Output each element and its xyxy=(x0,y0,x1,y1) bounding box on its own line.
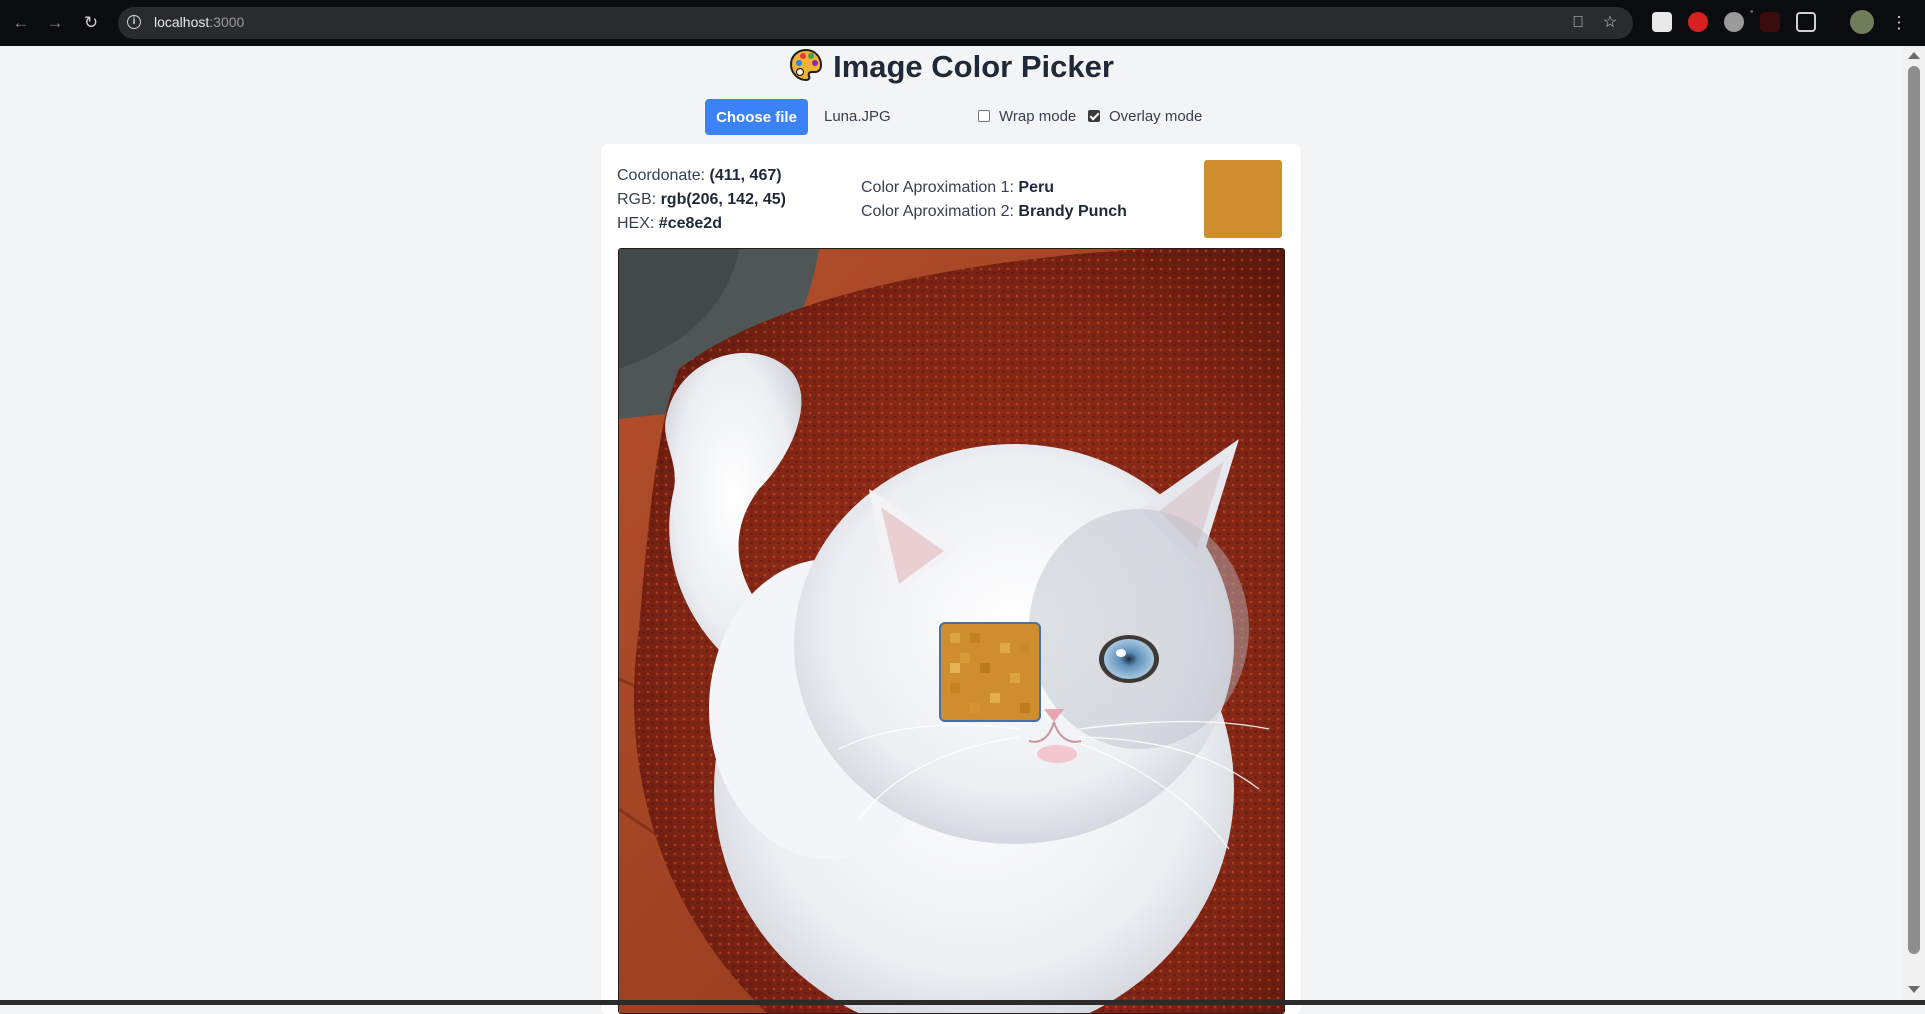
approx2-label: Color Aproximation 2: xyxy=(861,203,1014,220)
browser-menu-icon[interactable]: ⋮ xyxy=(1886,10,1912,36)
extension-icon-3[interactable] xyxy=(1724,12,1744,32)
color-swatch xyxy=(1204,160,1282,238)
site-info-icon[interactable]: i xyxy=(127,15,141,29)
extensions-puzzle-icon[interactable] xyxy=(1796,12,1816,32)
forward-icon[interactable]: → xyxy=(42,10,68,36)
overlay-magnifier[interactable] xyxy=(939,622,1041,722)
wrap-mode-toggle[interactable]: Wrap mode xyxy=(978,108,1076,125)
choose-file-button[interactable]: Choose file xyxy=(705,99,808,135)
bookmark-star-icon[interactable]: ☆ xyxy=(1599,12,1621,34)
coordinate-value: (411, 467) xyxy=(709,167,782,184)
url-host: localhost xyxy=(154,14,210,30)
scroll-down-arrow-icon[interactable] xyxy=(1908,986,1920,993)
rgb-value: rgb(206, 142, 45) xyxy=(660,191,786,208)
approx2-value: Brandy Punch xyxy=(1018,203,1127,220)
file-name: Luna.JPG xyxy=(824,108,891,125)
rgb-label: RGB: xyxy=(617,191,657,208)
overlay-mode-toggle[interactable]: Overlay mode xyxy=(1088,108,1202,125)
reload-icon[interactable]: ↻ xyxy=(78,10,104,36)
address-bar[interactable]: i localhost:3000 ⎕ ☆ xyxy=(118,7,1633,39)
hex-label: HEX: xyxy=(617,215,655,232)
approx1-row: Color Aproximation 1: Peru xyxy=(861,176,1127,200)
hex-value: #ce8e2d xyxy=(658,215,722,232)
page-title: Image Color Picker xyxy=(0,48,1903,85)
extension-icon-4[interactable] xyxy=(1760,12,1780,32)
rgb-row: RGB: rgb(206, 142, 45) xyxy=(617,188,786,212)
extension-icon-1[interactable] xyxy=(1652,12,1672,32)
overlay-mode-checkbox[interactable] xyxy=(1088,110,1100,122)
url-port: :3000 xyxy=(209,14,245,30)
url-text[interactable]: localhost:3000 xyxy=(154,14,244,30)
picker-card: Coordonate: (411, 467) RGB: rgb(206, 142… xyxy=(601,144,1301,1014)
image-canvas[interactable] xyxy=(618,248,1285,1014)
color-approximations: Color Aproximation 1: Peru Color Aproxim… xyxy=(861,176,1127,224)
scroll-up-arrow-icon[interactable] xyxy=(1908,52,1920,59)
approx2-row: Color Aproximation 2: Brandy Punch xyxy=(861,200,1127,224)
scroll-thumb[interactable] xyxy=(1908,66,1920,954)
coordinate-row: Coordonate: (411, 467) xyxy=(617,164,786,188)
approx1-value: Peru xyxy=(1018,179,1054,196)
wrap-mode-label: Wrap mode xyxy=(999,108,1077,125)
browser-toolbar: ← → ↻ i localhost:3000 ⎕ ☆ ⋮ xyxy=(0,0,1925,46)
page-title-text: Image Color Picker xyxy=(833,49,1114,84)
wrap-mode-checkbox[interactable] xyxy=(978,110,990,122)
hex-row: HEX: #ce8e2d xyxy=(617,212,786,236)
cat-photo[interactable] xyxy=(619,249,1285,1014)
palette-icon xyxy=(790,48,823,82)
install-app-icon[interactable]: ⎕ xyxy=(1567,12,1589,34)
page-scrollbar[interactable] xyxy=(1903,46,1925,1000)
back-icon[interactable]: ← xyxy=(8,10,34,36)
coordinate-label: Coordonate: xyxy=(617,167,706,184)
extension-icon-2[interactable] xyxy=(1688,12,1708,32)
pixel-info: Coordonate: (411, 467) RGB: rgb(206, 142… xyxy=(617,164,786,236)
approx1-label: Color Aproximation 1: xyxy=(861,179,1014,196)
overlay-mode-label: Overlay mode xyxy=(1109,108,1203,125)
window-bottom-edge xyxy=(0,1000,1925,1005)
profile-avatar[interactable] xyxy=(1850,10,1874,34)
